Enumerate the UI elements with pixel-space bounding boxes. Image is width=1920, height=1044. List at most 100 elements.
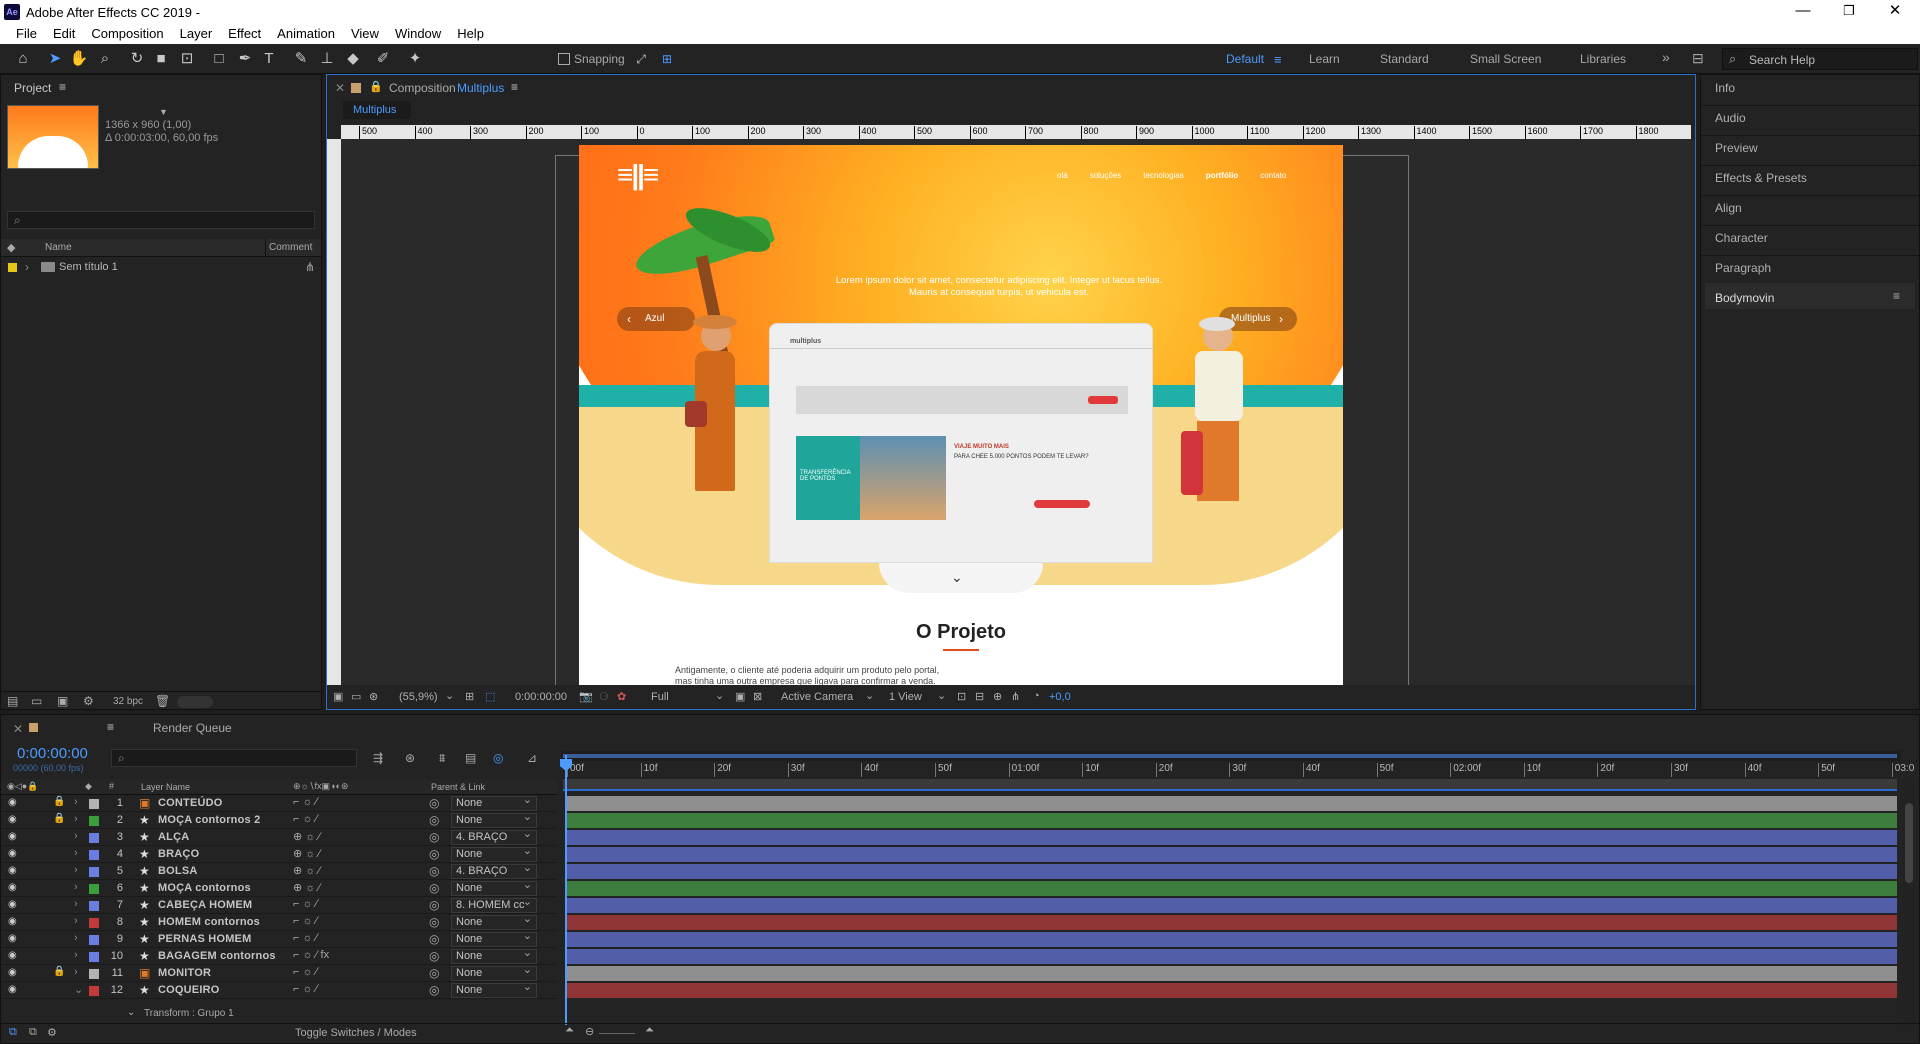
rotate-tool-icon[interactable]: ↻ xyxy=(126,48,148,70)
pan-behind-tool-icon[interactable]: ⊡ xyxy=(176,48,198,70)
puppet-pin-icon[interactable]: ✦ xyxy=(404,48,426,70)
parent-dropdown[interactable]: None xyxy=(451,947,537,964)
pickwhip-icon[interactable]: ◎ xyxy=(429,796,439,810)
channel-icon[interactable]: ✿ xyxy=(617,690,626,703)
expand-switches-icon[interactable]: ⧉ xyxy=(9,1026,17,1039)
menu-layer[interactable]: Layer xyxy=(172,24,221,44)
project-search-input[interactable]: ⌕ xyxy=(7,211,315,229)
toggle-switches-button[interactable]: Toggle Switches / Modes xyxy=(295,1027,417,1039)
thumbnail-dropdown-icon[interactable]: ▼ xyxy=(159,107,168,117)
expand-chevron-icon[interactable]: › xyxy=(74,932,78,944)
layer-label-color[interactable] xyxy=(89,850,99,860)
comp-lock-icon[interactable]: 🔒 xyxy=(369,80,383,93)
layer-label-color[interactable] xyxy=(89,799,99,809)
layer-row[interactable]: ◉ › 9 ★ PERNAS HOMEM ⌐ ☼ ∕ ◎ None xyxy=(1,930,557,948)
workspace-libraries[interactable]: Libraries xyxy=(1580,52,1626,66)
zoom-slider[interactable] xyxy=(599,1033,635,1034)
project-item-row[interactable]: › Sem título 1 ⋔ xyxy=(1,259,321,277)
menu-help[interactable]: Help xyxy=(449,24,492,44)
project-menu-icon[interactable]: ≡ xyxy=(59,80,66,94)
zoom-dropdown[interactable]: (55,9%) xyxy=(399,691,438,703)
sub-property-row[interactable]: ⌄ Transform : Grupo 1 xyxy=(1,1007,557,1023)
layer-name[interactable]: BAGAGEM contornos xyxy=(158,950,276,962)
type-tool-icon[interactable]: T xyxy=(258,48,280,70)
expand-chevron-icon[interactable]: › xyxy=(74,847,78,859)
layer-switches-icon[interactable]: ⌐ ☼ ∕ xyxy=(293,966,317,978)
layer-name[interactable]: MOÇA contornos xyxy=(158,882,251,894)
layer-duration-bar[interactable] xyxy=(567,830,1897,845)
expand-chevron-icon[interactable]: › xyxy=(25,260,29,274)
comp-menu-icon[interactable]: ≡ xyxy=(511,80,518,94)
menu-window[interactable]: Window xyxy=(387,24,449,44)
lock-icon[interactable]: 🔒 xyxy=(53,966,65,977)
layer-name[interactable]: ALÇA xyxy=(158,831,189,843)
footer-slider[interactable] xyxy=(177,696,213,708)
roto-brush-icon[interactable]: ✐ xyxy=(372,48,394,70)
visibility-eye-icon[interactable]: ◉ xyxy=(8,882,17,893)
zoom-out-icon[interactable]: ⏶ xyxy=(565,1024,574,1037)
visibility-eye-icon[interactable]: ◉ xyxy=(8,814,17,825)
hand-tool-icon[interactable]: ✋ xyxy=(68,48,90,70)
menu-composition[interactable]: Composition xyxy=(83,24,171,44)
snapshot-icon[interactable]: 📷 xyxy=(579,690,593,703)
exposure-value[interactable]: +0,0 xyxy=(1049,691,1071,703)
layer-search-input[interactable]: ⌕ xyxy=(111,749,357,767)
layer-row[interactable]: ◉ › 7 ★ CABEÇA HOMEM ⌐ ☼ ∕ ◎ 8. HOMEM cc xyxy=(1,896,557,914)
brush-tool-icon[interactable]: ✎ xyxy=(290,48,312,70)
layer-row[interactable]: ◉ › 8 ★ HOMEM contornos ⌐ ☼ ∕ ◎ None xyxy=(1,913,557,931)
panel-effects-presets[interactable]: Effects & Presets xyxy=(1715,171,1807,185)
layer-duration-bar[interactable] xyxy=(567,881,1897,896)
layer-switches-icon[interactable]: ⌐ ☼ ∕ xyxy=(293,813,317,825)
pickwhip-icon[interactable]: ◎ xyxy=(429,983,439,997)
show-snapshot-icon[interactable]: ⚆ xyxy=(599,690,609,703)
new-folder-icon[interactable]: ▭ xyxy=(31,694,42,708)
layer-switches-icon[interactable]: ⌐ ☼ ∕ xyxy=(293,932,317,944)
layer-name[interactable]: PERNAS HOMEM xyxy=(158,933,251,945)
mask-visibility-icon[interactable]: ⊛ xyxy=(369,690,378,703)
close-button[interactable]: ✕ xyxy=(1872,0,1918,24)
frame-blend-icon[interactable]: ▤ xyxy=(465,751,476,765)
snap-grid-icon[interactable]: ⊞ xyxy=(656,48,678,70)
timeline-scrollbar[interactable] xyxy=(1903,779,1915,1029)
view-layout-dropdown[interactable]: 1 View xyxy=(889,691,922,703)
pickwhip-icon[interactable]: ◎ xyxy=(429,966,439,980)
panel-character[interactable]: Character xyxy=(1715,231,1768,245)
visibility-eye-icon[interactable]: ◉ xyxy=(8,831,17,842)
layer-label-color[interactable] xyxy=(89,935,99,945)
visibility-eye-icon[interactable]: ◉ xyxy=(8,984,17,995)
time-ruler[interactable]: 00f 10f 20f 30f 40f 50f 01:00f 10f 20f 30f 40f 50f 0… xyxy=(561,763,1914,779)
lock-icon[interactable]: 🔒 xyxy=(53,813,65,824)
pickwhip-icon[interactable]: ◎ xyxy=(429,898,439,912)
parent-dropdown[interactable]: None xyxy=(451,964,537,981)
shy-icon[interactable]: ⩩ xyxy=(439,751,445,766)
visibility-eye-icon[interactable]: ◉ xyxy=(8,916,17,927)
region-interest-icon[interactable]: ⬚ xyxy=(485,690,495,703)
comment-column-header[interactable]: Comment xyxy=(269,242,312,253)
clone-stamp-icon[interactable]: ⊥ xyxy=(316,48,338,70)
layer-name[interactable]: BRAÇO xyxy=(158,848,199,860)
layer-label-color[interactable] xyxy=(89,986,99,996)
panel-info[interactable]: Info xyxy=(1715,81,1735,95)
layer-label-color[interactable] xyxy=(89,833,99,843)
layer-row[interactable]: ◉ › 5 ★ BOLSA ⊕ ☼ ∕ ◎ 4. BRAÇO xyxy=(1,862,557,880)
layer-duration-bar[interactable] xyxy=(567,983,1897,998)
layer-label-color[interactable] xyxy=(89,918,99,928)
graph-editor-icon[interactable]: ⊿ xyxy=(527,751,537,765)
layer-row[interactable]: ◉ ⌄ 12 ★ COQUEIRO ⌐ ☼ ∕ ◎ None xyxy=(1,981,557,999)
zoom-tool-icon[interactable]: ⌕ xyxy=(94,48,116,70)
home-icon[interactable]: ⌂ xyxy=(12,48,34,70)
expand-chevron-icon[interactable]: › xyxy=(74,830,78,842)
layer-label-color[interactable] xyxy=(89,816,99,826)
pickwhip-icon[interactable]: ◎ xyxy=(429,847,439,861)
render-queue-tab[interactable]: Render Queue xyxy=(153,721,232,735)
layer-row[interactable]: ◉ › 6 ★ MOÇA contornos ⊕ ☼ ∕ ◎ None xyxy=(1,879,557,897)
workspace-overflow-icon[interactable]: » xyxy=(1662,49,1670,65)
expand-chevron-icon[interactable]: › xyxy=(74,915,78,927)
menu-edit[interactable]: Edit xyxy=(45,24,83,44)
layer-name[interactable]: CONTEÚDO xyxy=(158,797,223,809)
parent-dropdown[interactable]: None xyxy=(451,879,537,896)
parent-dropdown[interactable]: 8. HOMEM cc xyxy=(451,896,537,913)
visibility-eye-icon[interactable]: ◉ xyxy=(8,899,17,910)
timeline-menu-icon[interactable]: ≡ xyxy=(107,720,114,734)
pen-tool-icon[interactable]: ✒ xyxy=(234,48,256,70)
